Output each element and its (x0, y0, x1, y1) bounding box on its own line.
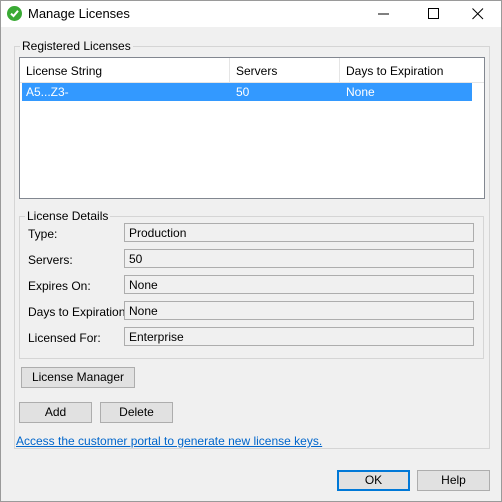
manage-licenses-window: Manage Licenses Registered Licenses Lice… (0, 0, 502, 502)
minimize-icon (378, 13, 389, 15)
maximize-icon (428, 8, 439, 19)
list-header: License String Servers Days to Expiratio… (20, 58, 484, 83)
title-bar: Manage Licenses (1, 1, 501, 27)
licensed-for-field: Enterprise (124, 327, 474, 346)
close-button[interactable] (455, 1, 501, 27)
column-servers[interactable]: Servers (230, 58, 340, 82)
column-license-string[interactable]: License String (20, 58, 230, 82)
license-manager-button[interactable]: License Manager (21, 367, 135, 388)
days-to-expiration-field: None (124, 301, 474, 320)
minimize-button[interactable] (361, 1, 407, 27)
check-icon (7, 6, 22, 21)
delete-button[interactable]: Delete (100, 402, 173, 423)
type-label: Type: (28, 227, 58, 241)
ok-button[interactable]: OK (337, 470, 410, 491)
days-to-expiration-label: Days to Expiration: (28, 305, 129, 319)
servers-cell: 50 (236, 85, 250, 99)
expires-on-label: Expires On: (28, 279, 91, 293)
servers-label: Servers: (28, 253, 73, 267)
close-icon (472, 8, 484, 20)
help-button[interactable]: Help (417, 470, 490, 491)
window-title: Manage Licenses (28, 6, 130, 21)
type-field: Production (124, 223, 474, 242)
licensed-for-label: Licensed For: (28, 331, 101, 345)
expires-on-field: None (124, 275, 474, 294)
servers-field: 50 (124, 249, 474, 268)
customer-portal-link[interactable]: Access the customer portal to generate n… (16, 434, 322, 448)
license-details-legend: License Details (27, 209, 109, 223)
license-string-cell: A5...Z3- (26, 85, 69, 99)
license-row-selected[interactable]: A5...Z3- 50 None (22, 83, 472, 101)
licenses-list[interactable]: License String Servers Days to Expiratio… (19, 57, 485, 199)
days-cell: None (346, 85, 375, 99)
add-button[interactable]: Add (19, 402, 92, 423)
column-days-to-expiration[interactable]: Days to Expiration (340, 58, 484, 82)
maximize-button[interactable] (411, 1, 457, 27)
registered-licenses-legend: Registered Licenses (22, 39, 131, 53)
